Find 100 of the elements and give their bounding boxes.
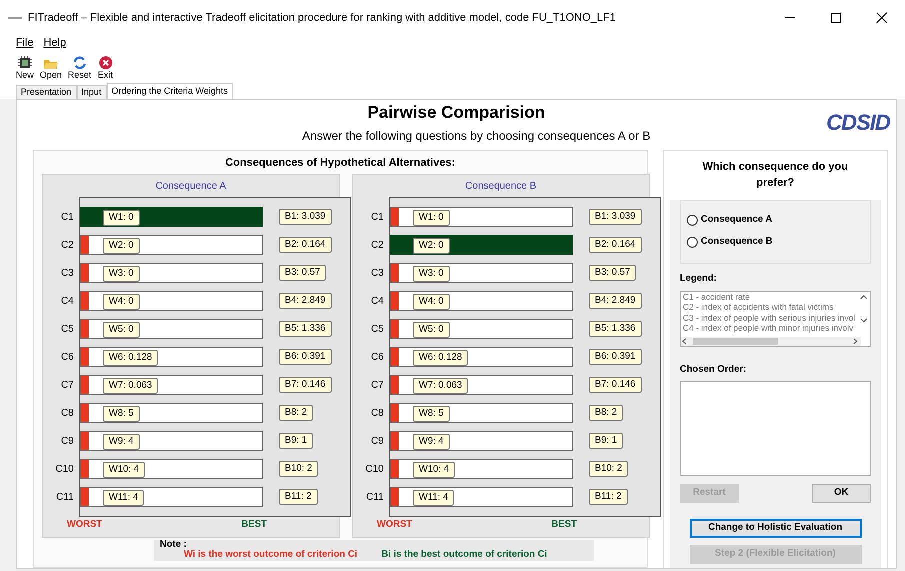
worst-marker [391, 460, 399, 478]
worst-value-label: W2: 0 [103, 238, 140, 254]
toolbar-button[interactable]: Exit [98, 55, 114, 81]
worst-marker [391, 348, 399, 366]
axis-label: C11 [365, 490, 384, 505]
worst-value-label: W11: 4 [103, 490, 144, 506]
axis-label: C6 [60, 350, 74, 365]
chart-title: Consequence A [154, 180, 228, 194]
note-text: Bi is the best outcome of criterion Ci [382, 550, 548, 561]
best-value-label: B10: 2 [589, 461, 628, 478]
worst-marker [81, 236, 89, 254]
worst-value-label: W4: 0 [413, 294, 450, 310]
toolbar-button[interactable]: Open [40, 55, 62, 81]
axis-label: C8 [370, 406, 384, 421]
instruction-text: Answer the following questions by choosing consequences A or B [301, 128, 652, 145]
menu-item[interactable]: Help [44, 35, 66, 52]
axis-label: C9 [60, 434, 74, 449]
tab[interactable]: Ordering the Criteria Weights [106, 82, 233, 99]
worst-value-label: W10: 4 [413, 462, 456, 478]
best-value-label: B7: 0.146 [279, 377, 332, 394]
axis-label: WORST [377, 518, 412, 532]
axis-label: BEST [552, 518, 577, 532]
worst-value-label: W10: 4 [103, 462, 146, 478]
worst-marker [81, 292, 89, 310]
best-value-label: B2: 0.164 [589, 237, 642, 254]
axis-label: C1 [370, 210, 384, 225]
best-value-label: B6: 0.391 [279, 349, 332, 366]
best-value-label: B6: 0.391 [589, 349, 642, 366]
best-value-label: B11: 2 [589, 489, 628, 506]
legend-item: C4 - index of people with minor injuries involv [682, 323, 855, 334]
best-value-label: B4: 2.849 [589, 293, 642, 310]
axis-label: BEST [242, 518, 267, 532]
worst-value-label: W6: 0.128 [103, 350, 158, 366]
best-value-label: B7: 0.146 [589, 377, 642, 394]
button[interactable]: Change to Holistic Evaluation [690, 518, 862, 538]
tab[interactable]: Presentation [16, 85, 77, 99]
toolbar-button[interactable]: Reset [68, 55, 92, 81]
axis-label: C8 [60, 406, 74, 421]
worst-value-label: W5: 0 [413, 322, 450, 338]
worst-value-label: W1: 0 [103, 210, 140, 226]
axis-label: C3 [370, 266, 384, 281]
worst-value-label: W9: 4 [103, 434, 140, 450]
legend-list[interactable]: C1 - accident rate C2 - index of accidents with fatal victims C3 - index of people with serious injuries invol C4 - index of people with minor injuries involv [680, 290, 871, 347]
legend-item: C1 - accident rate [682, 292, 752, 302]
worst-marker [391, 208, 399, 226]
worst-marker [391, 432, 399, 450]
best-value-label: B2: 0.164 [279, 237, 332, 254]
tab[interactable]: Input [76, 85, 107, 99]
radio-option[interactable]: Consequence B [687, 235, 864, 250]
toolbar-button[interactable]: New [16, 55, 34, 81]
radio-option[interactable]: Consequence A [687, 212, 864, 228]
worst-value-label: W5: 0 [103, 322, 140, 338]
worst-marker [81, 488, 89, 506]
axis-label: C6 [370, 350, 384, 365]
worst-value-label: W3: 0 [103, 266, 140, 282]
chart-title: Consequence B [464, 180, 538, 194]
worst-marker [81, 376, 89, 394]
worst-marker [391, 264, 399, 282]
axis-label: C7 [370, 378, 384, 393]
worst-marker [391, 376, 399, 394]
axis-label: C3 [60, 266, 74, 281]
legend-label: Legend: [680, 272, 718, 286]
axis-label: C4 [60, 294, 74, 309]
best-value-label: B5: 1.336 [279, 321, 332, 338]
question-text: Which consequence do you prefer? [702, 160, 850, 192]
axis-label: C1 [60, 210, 74, 225]
worst-value-label: W1: 0 [413, 210, 450, 226]
best-value-label: B1: 3.039 [589, 209, 642, 226]
worst-value-label: W4: 0 [103, 294, 140, 310]
worst-marker [391, 320, 399, 338]
worst-value-label: W7: 0.063 [103, 378, 158, 394]
worst-value-label: W9: 4 [413, 434, 450, 450]
axis-label: C10 [54, 462, 74, 477]
worst-marker [81, 264, 89, 282]
best-value-label: B11: 2 [279, 489, 318, 506]
worst-value-label: W8: 5 [103, 406, 140, 422]
note-title: Note : [160, 540, 188, 550]
logo: CDSID [826, 108, 890, 137]
menu-item[interactable]: File [16, 35, 34, 52]
worst-marker [81, 432, 89, 450]
worst-marker [391, 488, 399, 506]
chip-icon [17, 55, 33, 71]
horizontal-scrollbar[interactable] [681, 336, 861, 346]
button[interactable]: OK [812, 484, 871, 503]
worst-value-label: W7: 0.063 [413, 378, 468, 394]
panel-title: Consequences of Hypothetical Alternatives: [224, 156, 457, 171]
axis-label: C2 [60, 238, 74, 253]
worst-value-label: W8: 5 [413, 406, 450, 422]
best-value-label: B1: 3.039 [279, 209, 332, 226]
worst-marker [81, 348, 89, 366]
worst-value-label: W11: 4 [413, 490, 454, 506]
best-value-label: B4: 2.849 [279, 293, 332, 310]
axis-label: C4 [370, 294, 384, 309]
scroll-arrows-icon[interactable] [860, 294, 868, 324]
worst-marker [391, 292, 399, 310]
axis-label: C11 [55, 490, 74, 505]
best-value-label: B9: 1 [279, 433, 314, 450]
worst-marker [391, 404, 399, 422]
refresh-icon [72, 55, 88, 71]
axis-label: WORST [67, 518, 102, 532]
